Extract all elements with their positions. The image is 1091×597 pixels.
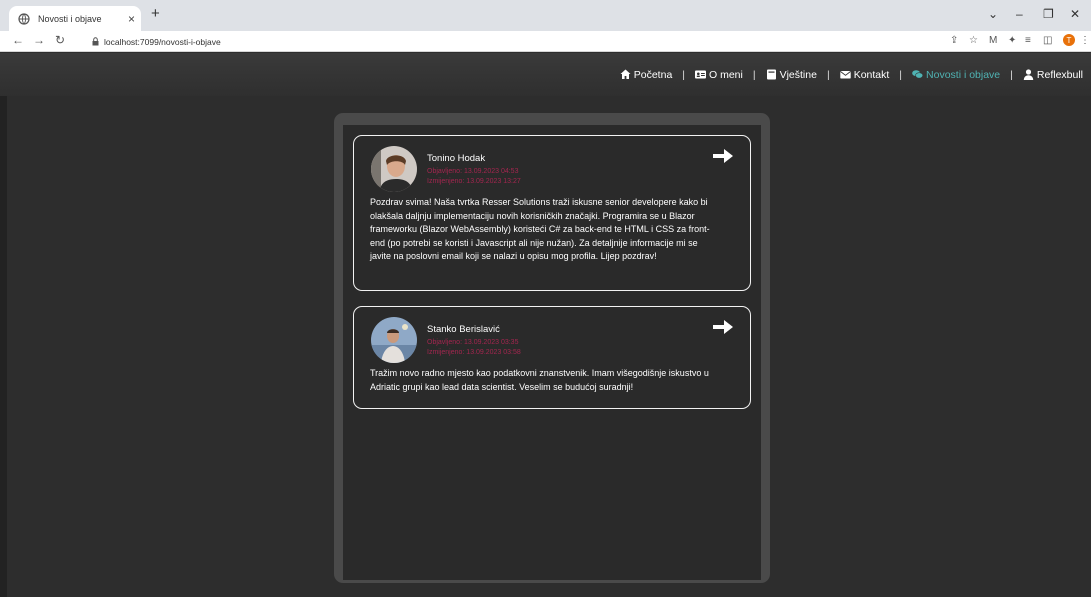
- tab-title: Novosti i objave: [38, 13, 102, 24]
- news-feed-panel: Tonino Hodak Objavljeno: 13.09.2023 04:5…: [334, 113, 770, 583]
- lock-icon: [92, 37, 99, 46]
- browser-tab-strip: Novosti i objave × + ⌄ – ❐ ✕: [0, 0, 1091, 31]
- comments-icon: [912, 69, 924, 80]
- post-body: Tražim novo radno mjesto kao podatkovni …: [370, 368, 709, 392]
- post-published-date: Objavljeno: 13.09.2023 03:35: [427, 339, 519, 346]
- menu-kebab-icon[interactable]: ⋮: [1080, 35, 1090, 46]
- envelope-icon: [839, 69, 851, 80]
- url-field[interactable]: localhost:7099/novosti-i-objave: [84, 33, 937, 50]
- open-post-arrow-icon[interactable]: [713, 320, 733, 334]
- share-icon[interactable]: ⇪: [950, 35, 958, 46]
- nav-item-kontakt[interactable]: Kontakt: [839, 68, 890, 81]
- post-card: Stanko Berislavić Objavljeno: 13.09.2023…: [353, 306, 751, 409]
- post-card: Tonino Hodak Objavljeno: 13.09.2023 04:5…: [353, 135, 751, 291]
- minimize-button[interactable]: –: [1016, 7, 1023, 21]
- post-edited-date: Izmijenjeno: 13.09.2023 03:58: [427, 349, 521, 356]
- user-icon: [1023, 69, 1034, 80]
- nav-separator: |: [826, 68, 830, 81]
- browser-tab[interactable]: Novosti i objave ×: [9, 6, 141, 31]
- post-author[interactable]: Tonino Hodak: [427, 153, 485, 164]
- post-author[interactable]: Stanko Berislavić: [427, 324, 500, 335]
- bookmark-star-icon[interactable]: ☆: [969, 35, 978, 46]
- nav-separator: |: [1010, 68, 1013, 81]
- main-navigation: Početna | O meni | Vještine | Kontakt |: [620, 53, 1083, 96]
- nav-separator: |: [752, 68, 756, 81]
- extension-m-icon[interactable]: M: [989, 35, 997, 46]
- back-icon[interactable]: ←: [12, 33, 24, 47]
- nav-label: Kontakt: [853, 68, 890, 81]
- author-avatar[interactable]: [371, 317, 417, 363]
- forward-icon[interactable]: →: [33, 33, 45, 47]
- reading-list-icon[interactable]: ≡: [1025, 35, 1031, 46]
- address-bar-row: ← → ↻ localhost:7099/novosti-i-objave ⇪ …: [0, 31, 1091, 52]
- nav-item-o-meni[interactable]: O meni: [695, 69, 743, 81]
- post-edited-date: Izmijenjeno: 13.09.2023 13:27: [427, 178, 521, 185]
- globe-icon: [18, 12, 30, 25]
- site-header: Početna | O meni | Vještine | Kontakt |: [0, 53, 1091, 96]
- nav-item-vjestine[interactable]: Vještine: [766, 69, 817, 81]
- nav-label: O meni: [709, 68, 743, 81]
- nav-item-novosti-i-objave[interactable]: Novosti i objave: [912, 69, 1000, 81]
- news-feed-list[interactable]: Tonino Hodak Objavljeno: 13.09.2023 04:5…: [343, 125, 761, 580]
- home-icon: [620, 69, 631, 80]
- new-tab-button[interactable]: +: [151, 5, 160, 22]
- profile-avatar[interactable]: T: [1063, 34, 1075, 46]
- side-panel-icon[interactable]: ◫: [1043, 35, 1052, 46]
- tab-search-icon[interactable]: ⌄: [988, 7, 998, 21]
- book-icon: [766, 69, 777, 80]
- nav-item-user-reflexbull[interactable]: Reflexbull: [1023, 69, 1083, 81]
- nav-label: Početna: [633, 68, 673, 81]
- extensions-puzzle-icon[interactable]: ✦: [1008, 35, 1016, 46]
- nav-label: Vještine: [779, 68, 817, 81]
- id-card-icon: [695, 69, 707, 80]
- nav-label: Novosti i objave: [926, 68, 1001, 81]
- post-published-date: Objavljeno: 13.09.2023 04:53: [427, 168, 519, 175]
- nav-separator: |: [899, 68, 903, 81]
- left-edge-strip: [0, 96, 7, 597]
- post-body: Pozdrav svima! Naša tvrtka Resser Soluti…: [370, 197, 710, 261]
- restore-button[interactable]: ❐: [1043, 7, 1054, 21]
- close-tab-icon[interactable]: ×: [128, 12, 135, 26]
- open-post-arrow-icon[interactable]: [713, 149, 733, 163]
- close-window-button[interactable]: ✕: [1070, 7, 1080, 21]
- author-avatar[interactable]: [371, 146, 417, 192]
- reload-icon[interactable]: ↻: [55, 33, 65, 47]
- nav-item-pocetna[interactable]: Početna: [620, 68, 673, 81]
- nav-label: Reflexbull: [1036, 68, 1083, 81]
- nav-separator: |: [682, 68, 686, 81]
- url-text: localhost:7099/novosti-i-objave: [104, 36, 221, 47]
